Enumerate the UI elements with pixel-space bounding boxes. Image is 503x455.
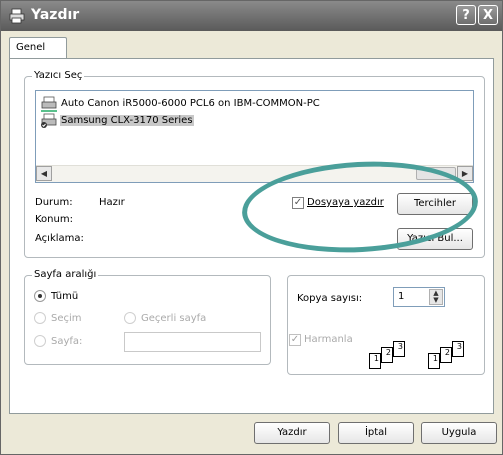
radio-pages[interactable] bbox=[34, 335, 46, 347]
tab-genel-label: Genel bbox=[16, 42, 46, 53]
print-button[interactable]: Yazdır bbox=[254, 422, 330, 444]
tab-genel[interactable]: Genel bbox=[9, 37, 67, 59]
sheet-icon: 1 bbox=[428, 353, 440, 369]
title-bar: Yazdır ? X bbox=[1, 1, 502, 31]
radio-selection[interactable] bbox=[34, 312, 46, 324]
scroll-left-button[interactable]: ◀ bbox=[36, 166, 52, 181]
collate-checkbox[interactable]: ✓ bbox=[289, 334, 301, 346]
copies-label: Kopya sayısı: bbox=[297, 293, 363, 304]
location-label: Konum: bbox=[35, 214, 73, 225]
radio-all-label: Tümü bbox=[51, 291, 79, 302]
radio-current-page-label: Geçerli sayfa bbox=[141, 313, 207, 324]
printer-icon bbox=[9, 8, 25, 24]
help-button[interactable]: ? bbox=[456, 5, 476, 25]
copies-value: 1 bbox=[398, 291, 405, 302]
radio-pages-label: Sayfa: bbox=[51, 336, 83, 347]
status-label: Durum: bbox=[35, 197, 73, 208]
printer-name-samsung: Samsung CLX-3170 Series bbox=[60, 115, 194, 126]
arrow-left-icon: ◀ bbox=[40, 169, 48, 178]
arrow-right-icon: ▶ bbox=[461, 169, 469, 178]
comment-label: Açıklama: bbox=[35, 233, 84, 244]
sheet-icon: 3 bbox=[393, 341, 405, 357]
sheet-icon: 3 bbox=[452, 341, 464, 357]
printer-select-legend: Yazıcı Seç bbox=[32, 70, 85, 81]
page-range-legend: Sayfa aralığı bbox=[32, 269, 99, 280]
help-icon: ? bbox=[462, 8, 470, 23]
window-title: Yazdır bbox=[31, 7, 80, 23]
collate-pages-icon-a: 3 2 1 bbox=[369, 341, 409, 371]
checkmark-icon: ✓ bbox=[290, 334, 300, 345]
printer-name-canon: Auto Canon iR5000-6000 PCL6 on IBM-COMMO… bbox=[61, 98, 320, 109]
spin-arrows-icon[interactable]: ▲ ▼ bbox=[429, 289, 443, 305]
status-value: Hazır bbox=[99, 197, 125, 208]
print-dialog: Yazdır ? X Genel Yazıcı Seç Auto Canon i… bbox=[0, 0, 503, 455]
sheet-icon: 2 bbox=[440, 347, 452, 363]
radio-selection-label: Seçim bbox=[51, 313, 82, 324]
radio-current-page[interactable] bbox=[124, 312, 136, 324]
radio-all[interactable] bbox=[34, 290, 46, 302]
apply-button[interactable]: Uygula bbox=[421, 422, 497, 444]
pages-input[interactable] bbox=[124, 332, 261, 352]
sheet-icon: 2 bbox=[381, 347, 393, 363]
cancel-button[interactable]: İptal bbox=[338, 422, 414, 444]
default-printer-icon bbox=[41, 113, 57, 128]
copies-stepper[interactable]: 1 ▲ ▼ bbox=[393, 287, 445, 307]
close-button[interactable]: X bbox=[478, 5, 498, 25]
collate-pages-icon-b: 3 2 1 bbox=[428, 341, 468, 371]
radio-dot bbox=[38, 294, 42, 298]
sheet-icon: 1 bbox=[369, 353, 381, 369]
close-icon: X bbox=[482, 8, 494, 23]
network-printer-icon bbox=[41, 96, 57, 112]
collate-label: Harmanla bbox=[304, 334, 353, 345]
